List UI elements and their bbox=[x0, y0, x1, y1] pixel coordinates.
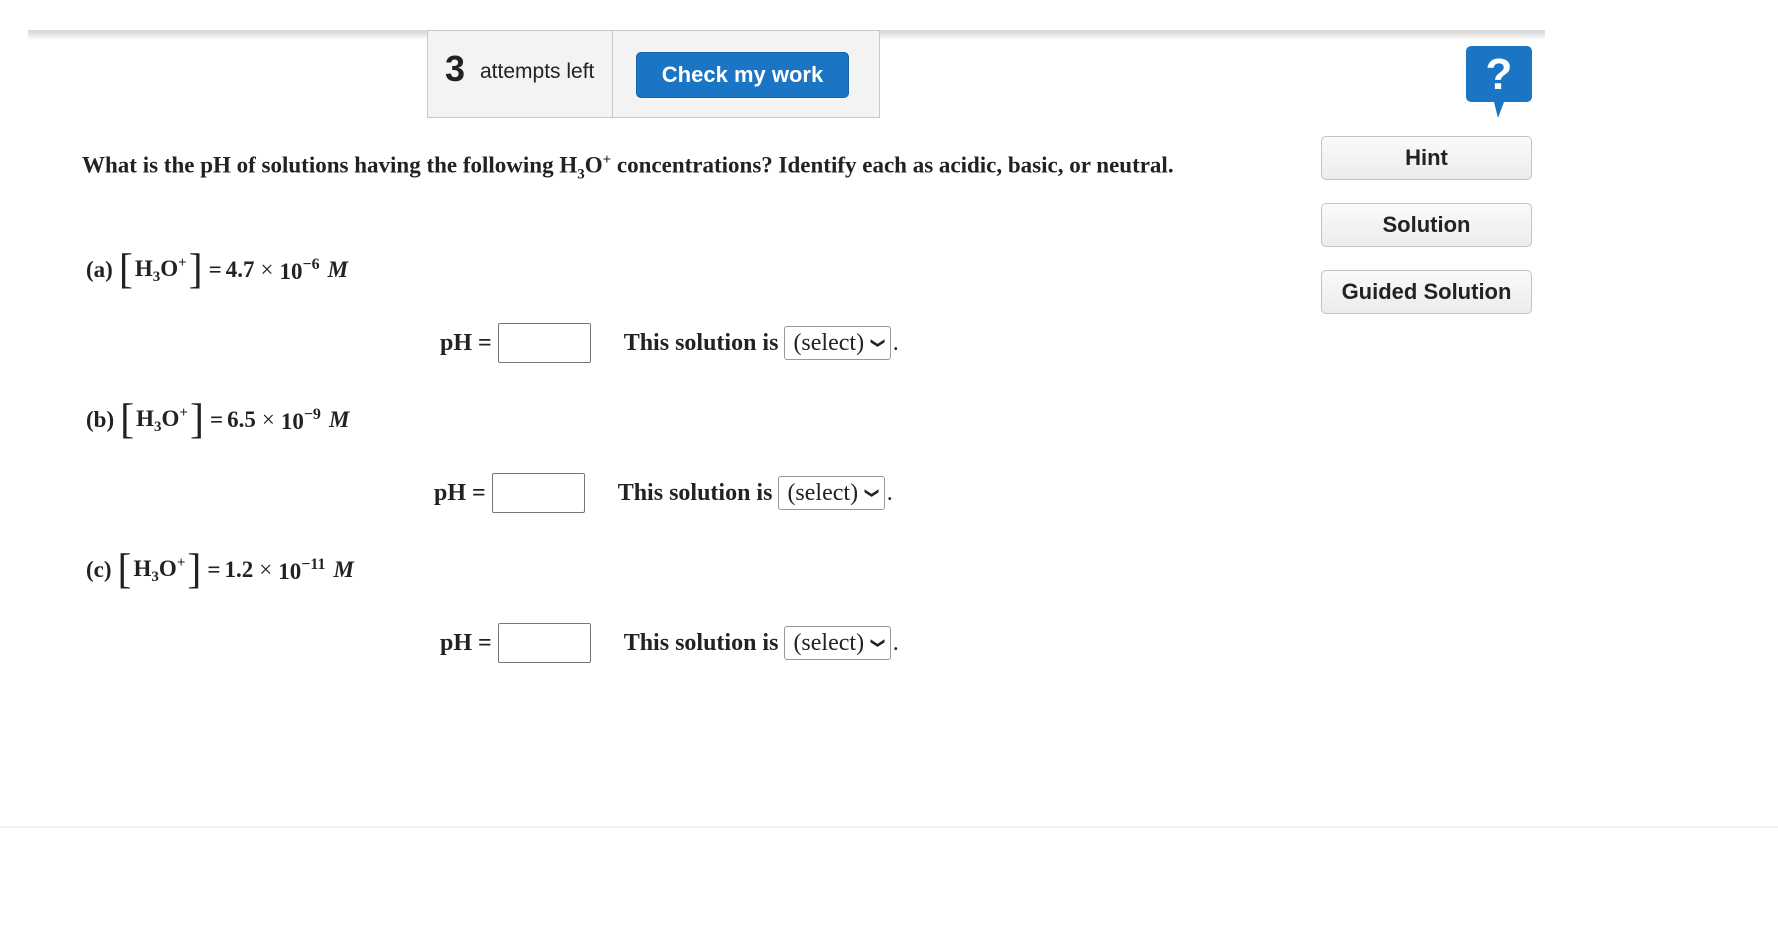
ph-input-b[interactable] bbox=[491, 473, 585, 513]
ph-label: pH = bbox=[434, 479, 486, 506]
chevron-down-icon: ❯ bbox=[869, 637, 886, 649]
bracket-close: ] bbox=[188, 247, 203, 293]
period: . bbox=[886, 479, 893, 506]
question-sup: + bbox=[602, 152, 612, 168]
attempts-panel: 3 attempts left bbox=[427, 30, 613, 118]
part-a-answer-row: pH = This solution is (select) ❯ . bbox=[440, 322, 899, 364]
part-letter: (c) bbox=[86, 557, 112, 582]
classification-select-a[interactable]: (select) ❯ bbox=[784, 326, 891, 360]
ph-label: pH = bbox=[440, 329, 492, 356]
period: . bbox=[892, 329, 899, 356]
part-a-label: (a) [ H3O+ ] = 4.7 × 10−6 M bbox=[86, 248, 348, 292]
species-formula: H3O+ bbox=[136, 404, 188, 435]
concentration-power: 10−11 bbox=[278, 555, 326, 584]
equals-sign: = bbox=[208, 257, 222, 282]
bracket-open: [ bbox=[118, 247, 133, 293]
classification-select-b[interactable]: (select) ❯ bbox=[778, 476, 885, 510]
select-value: (select) bbox=[787, 479, 859, 506]
check-panel: Check my work bbox=[613, 30, 880, 118]
solution-is-label: This solution is bbox=[617, 479, 773, 506]
select-value: (select) bbox=[793, 329, 865, 356]
chevron-down-icon: ❯ bbox=[869, 337, 886, 349]
question-part2: O bbox=[584, 152, 603, 178]
concentration-mantissa: 4.7 bbox=[225, 257, 255, 282]
part-c-answer-row: pH = This solution is (select) ❯ . bbox=[440, 622, 899, 664]
classification-select-c[interactable]: (select) ❯ bbox=[784, 626, 891, 660]
bracket-open: [ bbox=[120, 397, 135, 443]
concentration-power: 10−9 bbox=[280, 405, 321, 434]
ph-input-a[interactable] bbox=[497, 323, 591, 363]
attempts-count: 3 bbox=[445, 48, 466, 89]
help-icon[interactable]: ? bbox=[1464, 44, 1534, 120]
part-b-answer-row: pH = This solution is (select) ❯ . bbox=[434, 472, 893, 514]
ph-label: pH = bbox=[440, 629, 492, 656]
solution-is-label: This solution is bbox=[623, 329, 779, 356]
times-sign: × bbox=[259, 557, 273, 582]
part-letter: (a) bbox=[86, 257, 113, 282]
part-b-label: (b) [ H3O+ ] = 6.5 × 10−9 M bbox=[86, 398, 349, 442]
bracket-open: [ bbox=[117, 547, 132, 593]
part-c-label: (c) [ H3O+ ] = 1.2 × 10−11 M bbox=[86, 548, 354, 592]
period: . bbox=[892, 629, 899, 656]
times-sign: × bbox=[260, 257, 274, 282]
concentration-mantissa: 6.5 bbox=[227, 407, 256, 432]
concentration-mantissa: 1.2 bbox=[224, 557, 254, 582]
unit-label: M bbox=[328, 407, 350, 432]
solution-button[interactable]: Solution bbox=[1321, 203, 1532, 247]
question-text: What is the pH of solutions having the f… bbox=[82, 141, 1242, 193]
bracket-close: ] bbox=[189, 397, 204, 443]
question-sub: 3 bbox=[577, 166, 585, 183]
question-part3: concentrations? Identify each as acidic,… bbox=[611, 152, 1174, 178]
bracket-close: ] bbox=[187, 547, 202, 593]
times-sign: × bbox=[261, 407, 275, 432]
part-letter: (b) bbox=[86, 407, 115, 432]
help-symbol: ? bbox=[1486, 50, 1513, 99]
unit-label: M bbox=[333, 557, 354, 582]
equals-sign: = bbox=[207, 557, 221, 582]
species-formula: H3O+ bbox=[133, 554, 186, 585]
bottom-divider bbox=[0, 826, 1778, 828]
chevron-down-icon: ❯ bbox=[863, 487, 880, 499]
attempts-label: attempts left bbox=[480, 60, 595, 83]
check-my-work-button[interactable]: Check my work bbox=[636, 52, 849, 98]
question-part1: What is the pH of solutions having the f… bbox=[82, 152, 578, 178]
solution-is-label: This solution is bbox=[623, 629, 779, 656]
unit-label: M bbox=[327, 257, 349, 282]
species-formula: H3O+ bbox=[134, 254, 187, 285]
ph-input-c[interactable] bbox=[497, 623, 591, 663]
select-value: (select) bbox=[793, 629, 865, 656]
equals-sign: = bbox=[209, 407, 224, 432]
guided-solution-button[interactable]: Guided Solution bbox=[1321, 270, 1532, 314]
concentration-power: 10−6 bbox=[279, 255, 320, 284]
hint-button[interactable]: Hint bbox=[1321, 136, 1532, 180]
